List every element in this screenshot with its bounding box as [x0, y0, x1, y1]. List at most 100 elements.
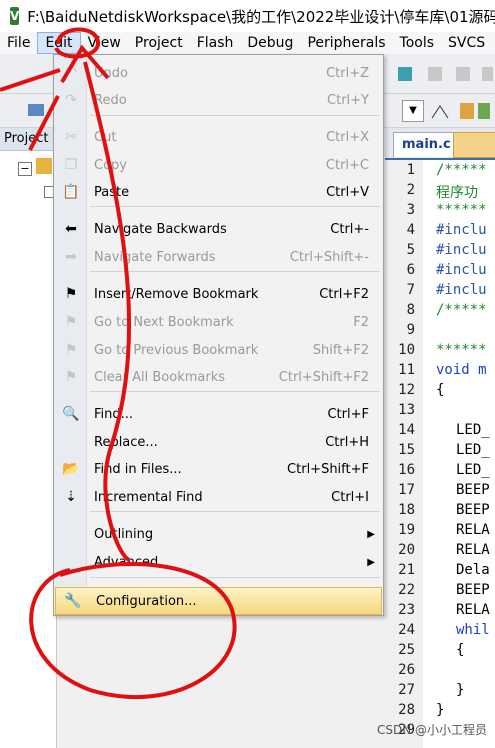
menu-item-copy[interactable]: ❐ Copy Ctrl+C	[54, 152, 383, 178]
tree-collapse-icon[interactable]: −	[18, 162, 32, 176]
menu-item-advanced[interactable]: Advanced ▶	[54, 549, 383, 575]
navigate-back-icon: ⬅	[65, 221, 77, 237]
keil-app-icon: V	[10, 7, 20, 25]
code-line: /*****	[436, 302, 487, 318]
line-number: 18	[398, 502, 415, 518]
code-line: Dela	[456, 562, 490, 578]
line-number: 20	[398, 542, 415, 558]
code-line: LED_	[456, 422, 490, 438]
edit-menu-dropdown: ↶ Undo Ctrl+Z ↷ Redo Ctrl+Y ✂ Cut Ctrl+X ❐ Copy Ctr…	[53, 54, 384, 616]
flag-icon	[398, 67, 412, 81]
code-line: ******	[436, 342, 487, 358]
menu-item-shortcut: Ctrl+Y	[327, 92, 369, 108]
navigate-forward-icon: ➡	[65, 249, 77, 265]
menu-separator	[90, 577, 380, 578]
menu-item-label: Configuration...	[96, 593, 197, 609]
menu-item-label: Replace...	[94, 434, 158, 450]
code-line: #inclu	[436, 242, 487, 258]
code-line: LED_	[456, 462, 490, 478]
menu-item-undo[interactable]: ↶ Undo Ctrl+Z	[54, 60, 383, 86]
code-line: /*****	[436, 162, 487, 178]
menu-item-cut[interactable]: ✂ Cut Ctrl+X	[54, 124, 383, 150]
build-icon[interactable]	[26, 100, 48, 120]
menu-item-paste[interactable]: 📋 Paste Ctrl+V	[54, 179, 383, 205]
menu-flash[interactable]: Flash	[190, 32, 241, 54]
menu-item-label: Navigate Forwards	[94, 249, 216, 265]
line-number: 25	[398, 642, 415, 658]
line-number: 14	[398, 422, 415, 438]
bookmark-icon: ⚑	[64, 286, 78, 302]
line-number: 19	[398, 522, 415, 538]
menu-item-go-to-previous-bookmark[interactable]: ⚑ Go to Previous Bookmark Shift+F2	[54, 337, 383, 363]
menu-item-shortcut: Ctrl+V	[326, 184, 369, 200]
menu-item-label: Undo	[94, 65, 128, 81]
menu-item-shortcut: Ctrl+Shift+-	[289, 249, 369, 265]
tab-main-c[interactable]: main.c	[393, 132, 460, 157]
menu-item-go-to-next-bookmark[interactable]: ⚑ Go to Next Bookmark F2	[54, 309, 383, 335]
menu-item-shortcut: Ctrl+X	[326, 129, 369, 145]
prev-bookmark-icon: ⚑	[64, 342, 78, 358]
magic-wand-icon	[431, 105, 449, 119]
toolbar-target-icons[interactable]	[430, 100, 490, 122]
code-line: RELA	[456, 602, 490, 618]
menu-item-label: Go to Next Bookmark	[94, 314, 234, 330]
undo-icon: ↶	[65, 65, 77, 81]
code-line: RELA	[456, 522, 490, 538]
menu-svcs[interactable]: SVCS	[441, 32, 492, 54]
menu-item-replace[interactable]: Replace... Ctrl+H	[54, 429, 383, 455]
menu-item-redo[interactable]: ↷ Redo Ctrl+Y	[54, 87, 383, 113]
line-number: 27	[398, 682, 415, 698]
code-line: RELA	[456, 542, 490, 558]
menu-view[interactable]: View	[81, 32, 128, 54]
code-line: {	[456, 642, 465, 658]
menu-separator	[90, 115, 380, 116]
menu-peripherals[interactable]: Peripherals	[300, 32, 392, 54]
project-folder-icon	[36, 158, 52, 174]
line-number: 7	[406, 282, 415, 298]
code-line: whil	[456, 622, 490, 638]
menu-item-label: Copy	[94, 157, 127, 173]
menu-item-label: Incremental Find	[94, 489, 203, 505]
incremental-find-icon: ⇣	[65, 489, 77, 505]
menu-separator	[90, 271, 380, 272]
menu-item-navigate-forwards[interactable]: ➡ Navigate Forwards Ctrl+Shift+-	[54, 244, 383, 270]
tab-other-file[interactable]	[453, 132, 495, 158]
menu-debug[interactable]: Debug	[240, 32, 300, 54]
line-number: 5	[406, 242, 415, 258]
menu-item-insert-remove-bookmark[interactable]: ⚑ Insert/Remove Bookmark Ctrl+F2	[54, 281, 383, 307]
toolbar-bookmark-icons[interactable]	[398, 65, 493, 85]
menu-item-clear-all-bookmarks[interactable]: ⚑ Clear All Bookmarks Ctrl+Shift+F2	[54, 364, 383, 390]
menu-item-shortcut: Ctrl+Shift+F	[287, 461, 369, 477]
menu-edit[interactable]: Edit	[37, 32, 81, 54]
menu-file[interactable]: File	[0, 32, 37, 54]
menu-project[interactable]: Project	[128, 32, 190, 54]
code-line: BEEP	[456, 582, 490, 598]
menu-tools[interactable]: Tools	[393, 32, 442, 54]
menu-item-find-in-files[interactable]: 📂 Find in Files... Ctrl+Shift+F	[54, 456, 383, 482]
manage-icon	[478, 103, 490, 119]
project-panel-tab[interactable]: Project	[0, 128, 56, 151]
menu-item-label: Cut	[94, 129, 117, 145]
menu-item-configuration[interactable]: 🔧 Configuration...	[55, 587, 382, 615]
menu-item-outlining[interactable]: Outlining ▶	[54, 521, 383, 547]
line-number: 4	[406, 222, 415, 238]
line-number: 24	[398, 622, 415, 638]
window-title: F:\BaiduNetdiskWorkspace\我的工作\2022毕业设计\停…	[27, 7, 495, 26]
menu-item-shortcut: Shift+F2	[312, 342, 369, 358]
menu-item-shortcut: F2	[353, 314, 369, 330]
dropdown-chevron-icon[interactable]: ▼	[402, 100, 424, 122]
menu-item-incremental-find[interactable]: ⇣ Incremental Find Ctrl+I	[54, 484, 383, 510]
code-line: #inclu	[436, 262, 487, 278]
paste-icon: 📋	[62, 184, 80, 200]
menu-item-find[interactable]: 🔍 Find... Ctrl+F	[54, 401, 383, 427]
title-bar: V F:\BaiduNetdiskWorkspace\我的工作\2022毕业设计…	[0, 0, 495, 32]
menu-item-navigate-backwards[interactable]: ⬅ Navigate Backwards Ctrl+-	[54, 216, 383, 242]
code-line: {	[436, 382, 445, 398]
submenu-arrow-icon: ▶	[367, 528, 375, 540]
code-line: #inclu	[436, 282, 487, 298]
copy-icon: ❐	[64, 157, 78, 173]
line-number: 8	[406, 302, 415, 318]
line-number: 10	[398, 342, 415, 358]
code-line: BEEP	[456, 482, 490, 498]
menu-item-label: Redo	[94, 92, 127, 108]
